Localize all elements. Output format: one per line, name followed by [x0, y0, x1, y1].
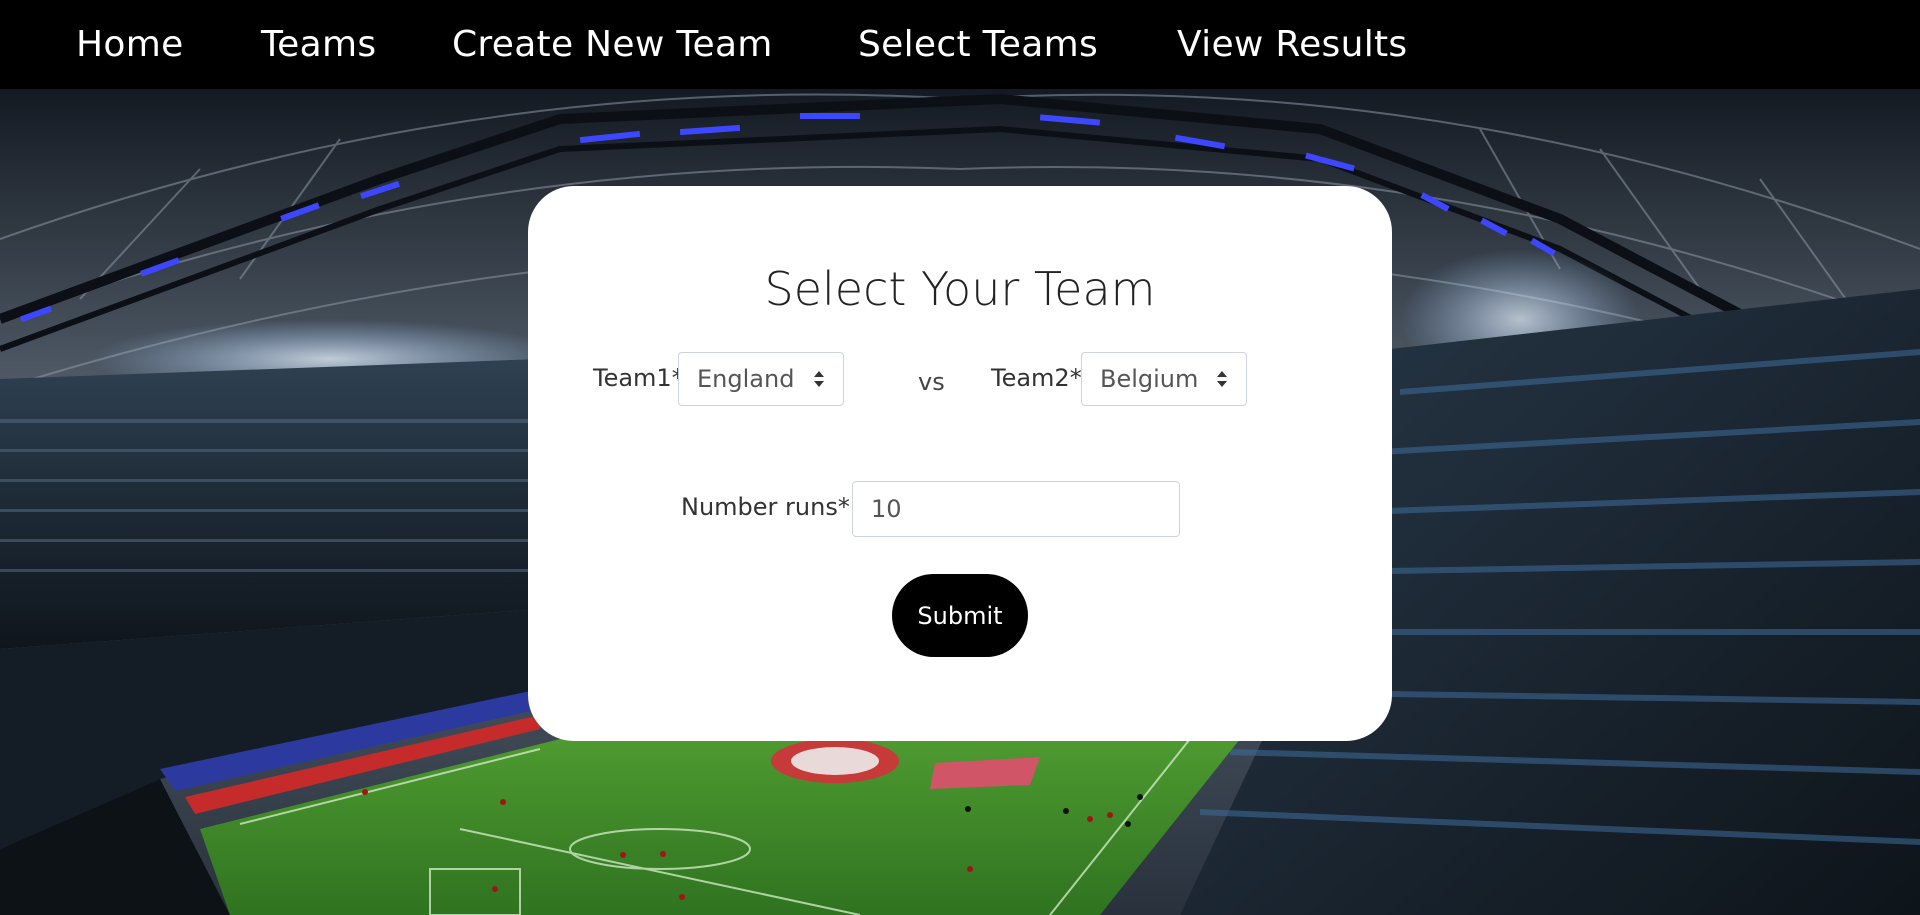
- team2-label: Team2*: [991, 364, 1082, 392]
- sort-updown-icon: [814, 371, 824, 387]
- nav-link-view-results[interactable]: View Results: [1177, 0, 1407, 89]
- number-runs-label: Number runs*: [681, 493, 850, 521]
- top-navbar: Home Teams Create New Team Select Teams …: [0, 0, 1920, 89]
- team1-select[interactable]: England: [678, 352, 844, 406]
- team1-selected-value: England: [697, 365, 795, 393]
- nav-link-home[interactable]: Home: [76, 0, 184, 89]
- nav-link-teams[interactable]: Teams: [261, 0, 376, 89]
- number-runs-input[interactable]: [852, 481, 1180, 537]
- team2-selected-value: Belgium: [1100, 365, 1199, 393]
- team1-label: Team1*: [593, 364, 684, 392]
- page-title: Select Your Team: [764, 262, 1156, 316]
- submit-button[interactable]: Submit: [892, 574, 1028, 657]
- nav-link-create-new-team[interactable]: Create New Team: [452, 0, 773, 89]
- sort-updown-icon: [1217, 371, 1227, 387]
- nav-link-select-teams[interactable]: Select Teams: [858, 0, 1098, 89]
- team2-select[interactable]: Belgium: [1081, 352, 1247, 406]
- vs-label: vs: [918, 368, 945, 396]
- select-team-card: Select Your Team Team1* England vs Team2…: [528, 186, 1392, 741]
